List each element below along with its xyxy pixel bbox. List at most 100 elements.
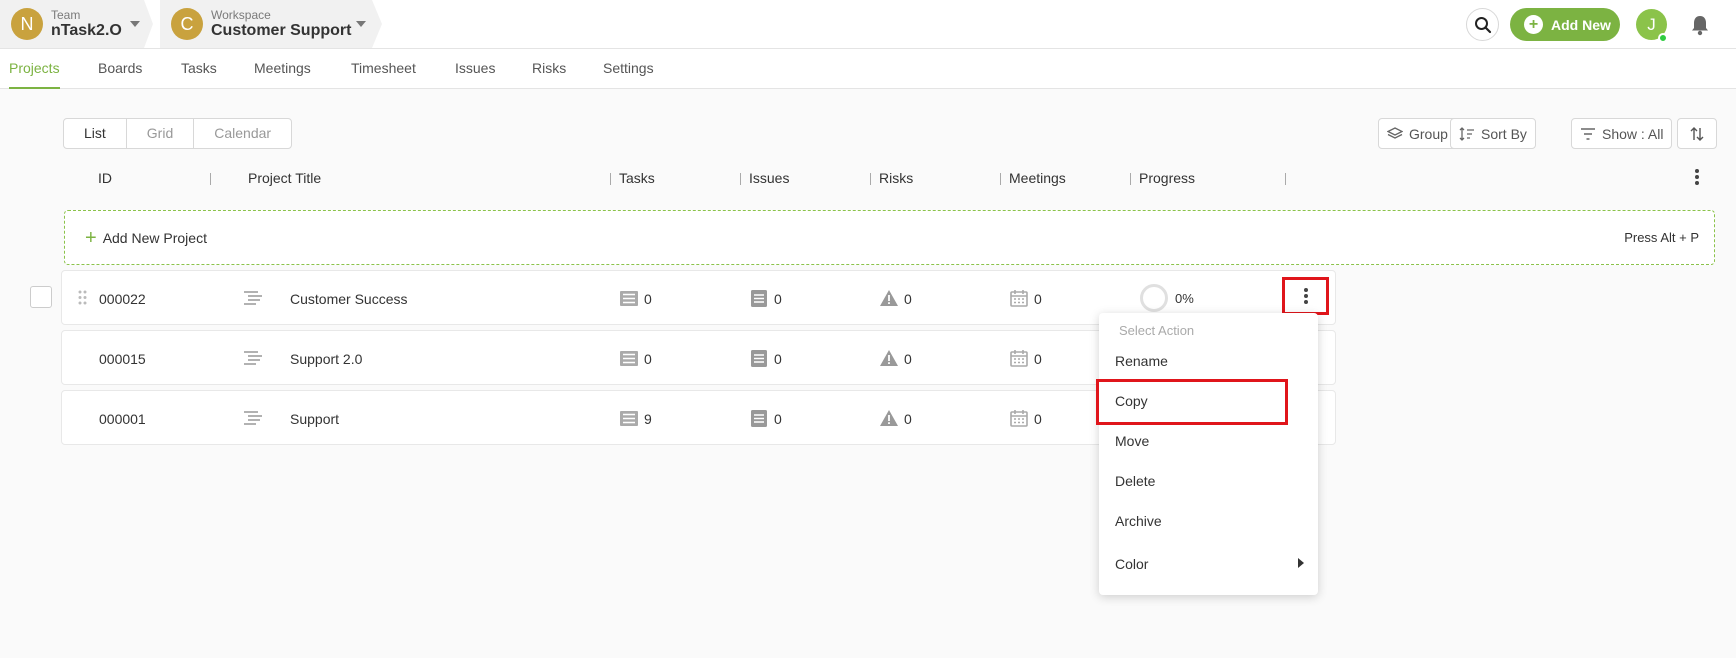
add-new-project-label: Add New Project (102, 229, 207, 246)
column-meetings[interactable]: Meetings (1009, 170, 1066, 186)
show-filter-button[interactable]: Show : All (1571, 118, 1673, 149)
tab-settings[interactable]: Settings (603, 49, 654, 89)
project-id: 000015 (99, 351, 146, 367)
project-id: 000022 (99, 291, 146, 307)
project-title[interactable]: Support (290, 411, 339, 427)
calendar-icon (1010, 350, 1028, 367)
view-grid-button[interactable]: Grid (127, 119, 195, 148)
issues-count: 0 (774, 351, 782, 367)
column-issues[interactable]: Issues (749, 170, 789, 186)
issues-count: 0 (774, 411, 782, 427)
workspace-label: Workspace (211, 7, 271, 22)
column-id[interactable]: ID (98, 170, 112, 186)
column-divider (210, 173, 211, 185)
description-icon[interactable] (244, 351, 262, 365)
show-filter-label: Show : All (1602, 125, 1664, 142)
team-switcher[interactable]: N Team nTask2.O (0, 0, 153, 48)
tab-meetings[interactable]: Meetings (254, 49, 311, 89)
warning-icon (880, 350, 898, 366)
column-project-title[interactable]: Project Title (248, 170, 321, 186)
column-divider (1285, 173, 1286, 185)
calendar-icon (1010, 410, 1028, 427)
filter-icon (1581, 127, 1595, 140)
menu-item-archive[interactable]: Archive (1115, 513, 1162, 529)
description-icon[interactable] (244, 411, 262, 425)
column-divider (870, 173, 871, 185)
issues-icon (751, 350, 767, 367)
project-title[interactable]: Support 2.0 (290, 351, 362, 367)
menu-item-delete[interactable]: Delete (1115, 473, 1155, 489)
copy-highlight-box (1096, 379, 1288, 425)
bell-icon[interactable] (1690, 14, 1710, 36)
menu-header: Select Action (1119, 323, 1195, 338)
team-avatar: N (11, 8, 43, 40)
top-bar: N Team nTask2.O C Workspace Customer Sup… (0, 0, 1736, 49)
tasks-icon (620, 411, 638, 426)
description-icon[interactable] (244, 291, 262, 305)
tasks-icon (620, 351, 638, 366)
add-new-button[interactable]: + Add New (1510, 8, 1620, 41)
tab-issues[interactable]: Issues (455, 49, 495, 89)
row-actions-button[interactable] (1282, 277, 1329, 315)
row-actions-menu: Select Action Rename Copy Move Delete Ar… (1099, 313, 1318, 595)
tab-tasks[interactable]: Tasks (181, 49, 217, 89)
menu-item-rename[interactable]: Rename (1115, 353, 1168, 369)
column-divider (1130, 173, 1131, 185)
column-progress[interactable]: Progress (1139, 170, 1195, 186)
column-risks[interactable]: Risks (879, 170, 913, 186)
risks-count: 0 (904, 411, 912, 427)
search-icon (1474, 16, 1491, 33)
meetings-count: 0 (1034, 291, 1042, 307)
tab-boards[interactable]: Boards (98, 49, 142, 89)
sort-by-label: Sort By (1481, 125, 1527, 142)
risks-count: 0 (904, 291, 912, 307)
team-name: nTask2.O (51, 21, 122, 39)
menu-item-color[interactable]: Color (1115, 556, 1148, 572)
issues-icon (751, 410, 767, 427)
tab-projects[interactable]: Projects (9, 49, 60, 89)
sort-order-button[interactable] (1677, 118, 1717, 149)
workspace-name: Customer Support (211, 21, 352, 39)
workspace-avatar: C (171, 8, 203, 40)
progress-value: 0% (1175, 291, 1194, 306)
meetings-count: 0 (1034, 351, 1042, 367)
row-checkbox[interactable] (30, 286, 52, 308)
issues-icon (751, 290, 767, 307)
nav-tabs: Projects Boards Tasks Meetings Timesheet… (0, 49, 1736, 89)
sort-by-button[interactable]: Sort By (1450, 118, 1536, 149)
submenu-arrow-icon (1298, 558, 1304, 568)
column-divider (740, 173, 741, 185)
column-options-icon[interactable] (1694, 168, 1700, 186)
view-switch: List Grid Calendar (63, 118, 293, 149)
column-tasks[interactable]: Tasks (619, 170, 655, 186)
project-title[interactable]: Customer Success (290, 291, 407, 307)
add-new-project-row[interactable]: + Add New Project Press Alt + P (64, 210, 1715, 265)
tab-timesheet[interactable]: Timesheet (351, 49, 416, 89)
view-calendar-button[interactable]: Calendar (194, 119, 291, 148)
view-list-button[interactable]: List (64, 119, 127, 148)
menu-item-move[interactable]: Move (1115, 433, 1149, 449)
tasks-count: 0 (644, 291, 652, 307)
plus-icon: + (85, 226, 97, 249)
sort-icon (1459, 126, 1474, 141)
calendar-icon (1010, 290, 1028, 307)
risks-count: 0 (904, 351, 912, 367)
issues-count: 0 (774, 291, 782, 307)
online-status-dot (1658, 33, 1668, 43)
meetings-count: 0 (1034, 411, 1042, 427)
workspace-switcher[interactable]: C Workspace Customer Support (160, 0, 382, 48)
column-divider (610, 173, 611, 185)
plus-icon: + (1524, 15, 1543, 34)
tab-risks[interactable]: Risks (532, 49, 566, 89)
drag-handle-icon[interactable] (78, 290, 87, 305)
chevron-down-icon[interactable] (130, 21, 140, 27)
chevron-down-icon[interactable] (356, 21, 366, 27)
project-id: 000001 (99, 411, 146, 427)
progress-ring (1140, 284, 1168, 312)
shortcut-hint: Press Alt + P (1624, 230, 1699, 245)
tasks-count: 0 (644, 351, 652, 367)
more-vertical-icon (1303, 288, 1308, 304)
add-new-label: Add New (1551, 16, 1611, 33)
tasks-icon (620, 291, 638, 306)
search-button[interactable] (1466, 8, 1499, 41)
